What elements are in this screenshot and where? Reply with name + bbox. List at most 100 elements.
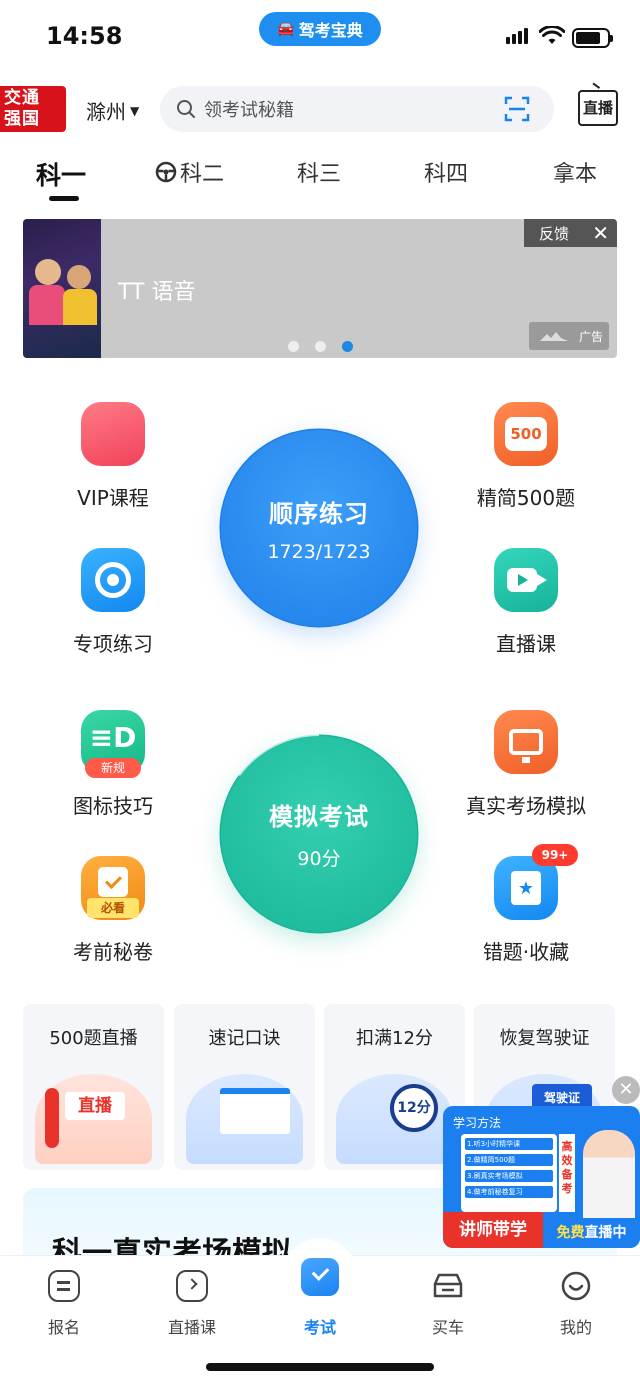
card-500-live-title: 500题直播 [49,1028,138,1049]
card-mnemonic-title: 速记口诀 [208,1028,281,1049]
live-illustration: 直播 [35,1074,152,1164]
float-ad-live-now: 直播中 [584,1225,627,1241]
sequential-practice-progress: 1723/1723 [267,540,371,563]
zhuanxiang-item[interactable]: 专项练习 [33,548,193,657]
monitor-icon [494,710,558,774]
status-time: 14:58 [46,22,123,50]
nav-mine-label: 我的 [559,1318,592,1337]
jingjian-500-item[interactable]: 500 精简500题 [446,402,606,511]
app-name: 驾考宝典 [298,21,363,40]
ad-banner[interactable]: TT 语音 反馈 ✕ 广告 [23,219,617,358]
presenter-image [583,1130,635,1222]
car-icon [433,1273,463,1298]
float-ad-bottom-left: 讲师带学 [443,1212,543,1248]
real-exam-sim-item[interactable]: 真实考场模拟 [446,710,606,819]
carousel-dot-active[interactable] [342,341,353,352]
tab-ke4[interactable]: 科四 [424,156,468,188]
zhuanxiang-label: 专项练习 [73,632,153,656]
card-12-points-title: 扣满12分 [356,1028,433,1049]
vip-course-label: VIP课程 [77,486,149,510]
city-selector[interactable]: 滁州 ▼ [86,96,139,125]
exam-paper-icon: 必看 [81,856,145,920]
jiaotong-badge[interactable]: 交通 强国 [0,86,66,132]
nav-signup[interactable]: 报名 [14,1270,114,1338]
tab-ke1[interactable]: 科一 [36,156,86,192]
mock-exam-title: 模拟考试 [269,803,369,831]
tab-ke2-label: 科二 [180,162,225,187]
float-ad-item: 3.刷真实考场模拟 [465,1170,553,1182]
video-camera-icon [494,548,558,612]
ad-logo-icon [539,332,568,341]
form-icon [48,1270,80,1302]
float-ad-item: 2.做精简500题 [465,1154,553,1166]
card-mnemonic[interactable]: 速记口诀 [174,1004,315,1170]
float-ad-item: 4.做考前秘卷复习 [465,1186,553,1198]
mistakes-favorites-label: 错题·收藏 [482,940,570,964]
mock-exam-button[interactable]: 模拟考试 90分 [221,736,417,932]
signal-icon [506,28,528,44]
mistakes-favorites-item[interactable]: ★ 99+ 错题·收藏 [446,844,606,965]
steering-wheel-icon [155,161,177,183]
float-ad-header: 学习方法 [453,1116,502,1130]
mnemonic-illustration [186,1074,303,1164]
carousel-dot[interactable] [288,341,299,352]
city-name: 滁州 [86,100,126,124]
home-indicator[interactable] [206,1363,434,1371]
feedback-button[interactable]: 反馈 ✕ [524,219,617,247]
float-ad-bottom-right: 免费直播中 [543,1218,640,1248]
pre-exam-paper-item[interactable]: 必看 考前秘卷 [33,856,193,965]
float-ad-item: 1.听3小时精华课 [465,1138,553,1150]
count-badge: 99+ [532,844,578,866]
tab-underline [49,196,79,201]
sequential-practice-title: 顺序练习 [269,499,369,528]
scan-icon[interactable] [504,96,530,122]
badge-line-1: 交通 [4,88,40,108]
card-500-live[interactable]: 500题直播 直播 [23,1004,164,1170]
close-icon[interactable]: ✕ [592,219,609,247]
carousel-dot[interactable] [315,341,326,352]
ad-label: 广告 [529,322,609,350]
jingjian-500-label: 精简500题 [476,486,576,510]
target-icon [81,548,145,612]
exam-check-icon[interactable] [301,1258,339,1296]
nav-buy-car[interactable]: 买车 [398,1270,498,1338]
app-name-pill[interactable]: 🚘 驾考宝典 [259,12,381,46]
sequential-practice-button[interactable]: 顺序练习 1723/1723 [221,430,417,626]
tv-icon [176,1270,208,1302]
nav-exam-label: 考试 [303,1318,336,1337]
vip-course-item[interactable]: VIP课程 [33,402,193,511]
500-icon: 500 [494,402,558,466]
search-bar[interactable]: 领考试秘籍 [160,86,554,132]
search-placeholder: 领考试秘籍 [204,100,294,121]
tab-ke3[interactable]: 科三 [297,156,341,188]
tab-naben[interactable]: 拿本 [553,156,597,188]
banner-image [23,219,101,358]
live-course-item[interactable]: 直播课 [446,548,606,657]
float-ad-close-icon[interactable]: ✕ [612,1076,640,1104]
float-ad-list: 1.听3小时精华课 2.做精简500题 3.刷真实考场模拟 4.做考前秘卷复习 [461,1134,557,1212]
vip-icon [81,402,145,466]
sign-icon: ≡D 新规 [81,710,145,778]
car-icon: 🚘 [277,21,295,37]
nav-live-course-label: 直播课 [167,1318,216,1337]
sign-tips-item[interactable]: ≡D 新规 图标技巧 [33,710,193,819]
caret-down-icon: ▼ [130,103,140,118]
new-rule-tag: 新规 [85,758,141,778]
carousel-dots [288,341,353,352]
float-ad-free: 免费 [556,1225,585,1241]
live-sign-text: 直播 [65,1092,125,1120]
real-exam-sim-label: 真实考场模拟 [466,794,586,818]
points-sign-text: 12分 [390,1084,438,1132]
live-course-label: 直播课 [496,632,556,656]
card-restore-license-title: 恢复驾驶证 [499,1028,590,1049]
float-ad-side-text: 高效备考 [559,1134,575,1212]
nav-live-course[interactable]: 直播课 [142,1270,242,1338]
tab-ke2[interactable]: 科二 [155,156,224,188]
nav-signup-label: 报名 [47,1318,80,1337]
search-icon [177,100,195,118]
floating-live-ad[interactable]: 学习方法 1.听3小时精华课 2.做精简500题 3.刷真实考场模拟 4.做考前… [443,1106,640,1248]
wifi-icon [539,26,565,44]
live-button[interactable]: 直播 [578,90,618,126]
nav-mine[interactable]: 我的 [526,1270,626,1338]
500-icon-text: 500 [505,417,547,451]
